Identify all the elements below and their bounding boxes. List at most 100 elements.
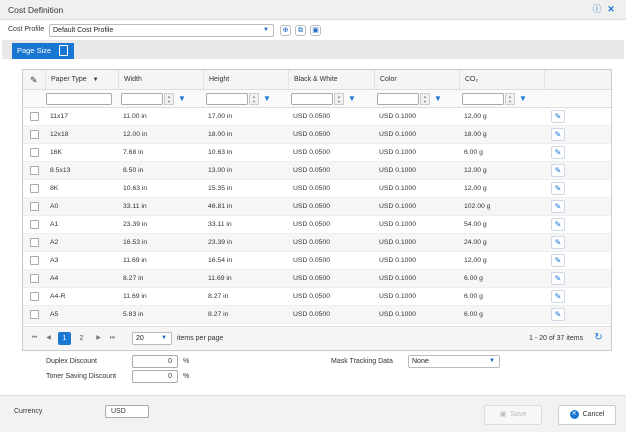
edit-icon[interactable]: ✎: [551, 272, 565, 285]
width-filter-spinner[interactable]: ▲ ▼: [164, 93, 174, 105]
edit-icon[interactable]: ✎: [551, 182, 565, 195]
color-filter-input[interactable]: [377, 93, 419, 105]
table-row[interactable]: A0 33.11 in 46.81 in USD 0.0500 USD 0.1000 10…: [23, 198, 611, 216]
duplex-discount-input[interactable]: 0: [132, 355, 178, 368]
column-header-paper-type[interactable]: Paper Type ▼: [45, 70, 118, 90]
page-button-1[interactable]: 1: [58, 332, 71, 345]
row-checkbox[interactable]: [30, 238, 39, 247]
height-cell: 23.39 in: [208, 239, 233, 246]
color-cell: USD 0.1000: [379, 203, 417, 210]
table-row[interactable]: A2 16.53 in 23.39 in USD 0.0500 USD 0.1000 24…: [23, 234, 611, 252]
next-page-icon[interactable]: ▶: [93, 333, 104, 344]
table-row[interactable]: 11x17 11.00 in 17.00 in USD 0.0500 USD 0.100…: [23, 108, 611, 126]
table-row[interactable]: 8.5x13 8.50 in 13.00 in USD 0.0500 USD 0.100…: [23, 162, 611, 180]
co2-filter-spinner[interactable]: ▲ ▼: [505, 93, 515, 105]
row-checkbox[interactable]: [30, 292, 39, 301]
column-header-black-white[interactable]: Black & White: [288, 70, 374, 90]
height-filter-spinner[interactable]: ▲ ▼: [249, 93, 259, 105]
height-cell: 16.54 in: [208, 257, 233, 264]
black-white-filter-spinner[interactable]: ▲ ▼: [334, 93, 344, 105]
table-row[interactable]: 8K 10.63 in 15.35 in USD 0.0500 USD 0.1000 12…: [23, 180, 611, 198]
pager-summary: 1 - 20 of 37 items: [529, 335, 584, 342]
co2-cell: 54.00 g: [464, 221, 487, 228]
co2-cell: 6.00 g: [464, 311, 483, 318]
edit-icon[interactable]: ✎: [551, 128, 565, 141]
edit-icon[interactable]: ✎: [551, 218, 565, 231]
color-cell: USD 0.1000: [379, 131, 417, 138]
table-row[interactable]: 16K 7.68 in 10.63 in USD 0.0500 USD 0.1000 6.…: [23, 144, 611, 162]
copy-icon[interactable]: ⧉: [295, 25, 306, 36]
column-menu-icon[interactable]: ✎: [23, 70, 45, 90]
edit-icon[interactable]: ✎: [551, 308, 565, 321]
co2-filter-input[interactable]: [462, 93, 504, 105]
toner-saving-input[interactable]: 0: [132, 370, 178, 383]
currency-input[interactable]: USD: [105, 405, 149, 418]
edit-icon[interactable]: ✎: [551, 236, 565, 249]
row-checkbox[interactable]: [30, 256, 39, 265]
first-page-icon[interactable]: ⏮: [29, 333, 40, 344]
color-cell: USD 0.1000: [379, 167, 417, 174]
table-row[interactable]: A4 8.27 in 11.69 in USD 0.0500 USD 0.1000 6.0…: [23, 270, 611, 288]
column-header-width[interactable]: Width: [118, 70, 203, 90]
title-bar: Cost Definition ⓘ ✕: [0, 0, 626, 20]
row-checkbox[interactable]: [30, 202, 39, 211]
column-header-height[interactable]: Height: [203, 70, 288, 90]
edit-icon[interactable]: ✎: [551, 110, 565, 123]
previous-page-icon[interactable]: ◀: [43, 333, 54, 344]
page-size-select[interactable]: 20 ▼: [132, 332, 172, 345]
items-per-page-label: items per page: [177, 335, 224, 342]
column-label-paper-type: Paper Type: [51, 76, 87, 83]
add-circle-icon[interactable]: ⊕: [280, 25, 291, 36]
height-cell: 17.00 in: [208, 113, 233, 120]
width-filter-input[interactable]: [121, 93, 163, 105]
row-checkbox[interactable]: [30, 148, 39, 157]
filter-icon[interactable]: ▼: [519, 94, 528, 103]
paper-type-cell: A4: [50, 275, 59, 282]
paper-type-cell: 8K: [50, 185, 59, 192]
edit-icon[interactable]: ✎: [551, 254, 565, 267]
table-row[interactable]: A1 23.39 in 33.11 in USD 0.0500 USD 0.1000 54…: [23, 216, 611, 234]
cost-profile-select[interactable]: Default Cost Profile ▼: [49, 24, 274, 37]
cancel-button-label: Cancel: [582, 411, 605, 418]
column-header-color[interactable]: Color: [374, 70, 459, 90]
row-checkbox[interactable]: [30, 130, 39, 139]
column-header-co2[interactable]: CO₂: [459, 70, 544, 90]
width-cell: 16.53 in: [123, 239, 148, 246]
row-checkbox[interactable]: [30, 112, 39, 121]
edit-icon[interactable]: ✎: [551, 290, 565, 303]
color-cell: USD 0.1000: [379, 293, 417, 300]
filter-icon[interactable]: ▼: [263, 94, 272, 103]
close-icon[interactable]: ✕: [605, 3, 617, 15]
row-checkbox[interactable]: [30, 184, 39, 193]
help-icon[interactable]: ⓘ: [591, 3, 603, 15]
refresh-icon[interactable]: ↻: [593, 332, 604, 343]
table-row[interactable]: A3 11.69 in 16.54 in USD 0.0500 USD 0.1000 12…: [23, 252, 611, 270]
edit-icon[interactable]: ✎: [551, 164, 565, 177]
filter-icon[interactable]: ▼: [348, 94, 357, 103]
height-filter-input[interactable]: [206, 93, 248, 105]
page-button-2[interactable]: 2: [75, 332, 88, 345]
filter-icon[interactable]: ▼: [434, 94, 443, 103]
save-button[interactable]: ▣ Save: [484, 405, 542, 425]
table-row[interactable]: A4-R 11.69 in 8.27 in USD 0.0500 USD 0.1000 6…: [23, 288, 611, 306]
table-row[interactable]: 12x18 12.00 in 18.00 in USD 0.0500 USD 0.100…: [23, 126, 611, 144]
row-checkbox[interactable]: [30, 166, 39, 175]
table-row[interactable]: A5 5.83 in 8.27 in USD 0.0500 USD 0.1000 6.00…: [23, 306, 611, 324]
edit-icon[interactable]: ✎: [551, 200, 565, 213]
row-checkbox[interactable]: [30, 220, 39, 229]
last-page-icon[interactable]: ⏭: [107, 333, 118, 344]
cancel-button[interactable]: ✕ Cancel: [558, 405, 616, 425]
grid-header: ✎ Paper Type ▼ Width Height Black & Whit…: [23, 70, 611, 90]
trash-icon[interactable]: ▣: [310, 25, 321, 36]
edit-icon[interactable]: ✎: [551, 146, 565, 159]
black-white-filter-input[interactable]: [291, 93, 333, 105]
row-checkbox[interactable]: [30, 310, 39, 319]
filter-icon[interactable]: ▼: [178, 94, 187, 103]
paper-type-filter-input[interactable]: [46, 93, 112, 105]
row-checkbox[interactable]: [30, 274, 39, 283]
color-filter-spinner[interactable]: ▲ ▼: [420, 93, 430, 105]
tab-page-size[interactable]: Page Size: [12, 43, 74, 59]
mask-tracking-select[interactable]: None ▼: [408, 355, 500, 368]
chevron-down-icon: ▼: [489, 358, 495, 364]
co2-cell: 6.00 g: [464, 149, 483, 156]
